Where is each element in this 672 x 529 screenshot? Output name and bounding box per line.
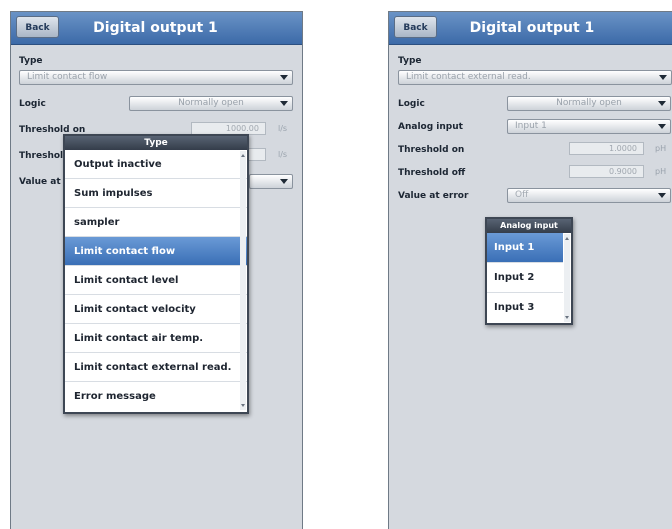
scrollbar[interactable]	[240, 151, 246, 410]
list-item-selected[interactable]: Input 1	[487, 233, 563, 263]
list-item-selected[interactable]: Limit contact flow	[65, 237, 247, 266]
logic-label: Logic	[398, 99, 425, 109]
analog-input-popup-list: Input 1 Input 2 Input 3	[487, 233, 571, 323]
logic-dropdown-value: Normally open	[556, 98, 622, 108]
value-at-error-dropdown-value: Off	[515, 190, 529, 200]
title-bar: Back Digital output 1	[11, 12, 302, 45]
analog-input-dropdown[interactable]: Input 1	[507, 119, 671, 134]
value-at-error-dropdown[interactable]: Off	[507, 188, 671, 203]
screen-left: Back Digital output 1 Type Limit contact…	[10, 11, 303, 529]
threshold-on-unit: l/s	[278, 124, 288, 133]
logic-dropdown[interactable]: Normally open	[129, 96, 293, 111]
threshold-off-unit: pH	[655, 167, 667, 176]
analog-input-popup-title: Analog input	[487, 219, 571, 233]
chevron-down-icon	[280, 101, 288, 106]
logic-dropdown-value: Normally open	[178, 98, 244, 108]
type-dropdown[interactable]: Limit contact flow	[19, 70, 293, 85]
chevron-down-icon	[658, 101, 666, 106]
page-title: Digital output 1	[93, 20, 218, 36]
scroll-down-icon[interactable]	[565, 316, 569, 319]
analog-input-dropdown-value: Input 1	[515, 121, 547, 131]
type-label: Type	[398, 56, 422, 66]
threshold-on-input[interactable]: 1.0000	[569, 142, 644, 155]
type-dropdown-value: Limit contact flow	[27, 72, 108, 82]
chevron-down-icon	[280, 179, 288, 184]
list-item[interactable]: Output inactive	[65, 150, 247, 179]
chevron-down-icon	[659, 75, 667, 80]
type-dropdown[interactable]: Limit contact external read.	[398, 70, 672, 85]
list-item[interactable]: Limit contact level	[65, 266, 247, 295]
back-button[interactable]: Back	[16, 16, 59, 38]
chevron-down-icon	[658, 124, 666, 129]
scrollbar[interactable]	[564, 234, 570, 322]
type-popup-title: Type	[65, 136, 247, 150]
list-item[interactable]: Error message	[65, 382, 247, 411]
threshold-off-label: Threshold off	[398, 168, 466, 178]
chevron-down-icon	[280, 75, 288, 80]
logic-dropdown[interactable]: Normally open	[507, 96, 671, 111]
back-button[interactable]: Back	[394, 16, 437, 38]
list-item[interactable]: Sum impulses	[65, 179, 247, 208]
list-item[interactable]: Input 2	[487, 263, 563, 293]
title-bar: Back Digital output 1	[389, 12, 672, 45]
chevron-down-icon	[658, 193, 666, 198]
page-title: Digital output 1	[469, 20, 595, 36]
analog-input-popup: Analog input Input 1 Input 2 Input 3	[485, 217, 573, 325]
logic-label: Logic	[19, 99, 46, 109]
scroll-up-icon[interactable]	[565, 237, 569, 240]
threshold-on-label: Threshold on	[398, 145, 465, 155]
value-at-error-label: Value at error	[398, 191, 469, 201]
analog-input-label: Analog input	[398, 122, 463, 132]
value-at-error-dropdown[interactable]	[249, 174, 293, 189]
screen-right: Back Digital output 1 Type Limit contact…	[388, 11, 672, 529]
threshold-off-input[interactable]: 0.9000	[569, 165, 644, 178]
type-dropdown-value: Limit contact external read.	[406, 72, 531, 82]
scroll-down-icon[interactable]	[241, 404, 245, 407]
type-popup: Type Output inactive Sum impulses sample…	[63, 134, 249, 414]
type-popup-list: Output inactive Sum impulses sampler Lim…	[65, 150, 247, 411]
type-label: Type	[19, 56, 43, 66]
list-item[interactable]: Limit contact air temp.	[65, 324, 247, 353]
threshold-on-unit: pH	[655, 144, 667, 153]
scroll-up-icon[interactable]	[241, 154, 245, 157]
list-item[interactable]: Limit contact external read.	[65, 353, 247, 382]
list-item[interactable]: Input 3	[487, 293, 563, 323]
threshold-off-unit: l/s	[278, 150, 288, 159]
list-item[interactable]: Limit contact velocity	[65, 295, 247, 324]
list-item[interactable]: sampler	[65, 208, 247, 237]
